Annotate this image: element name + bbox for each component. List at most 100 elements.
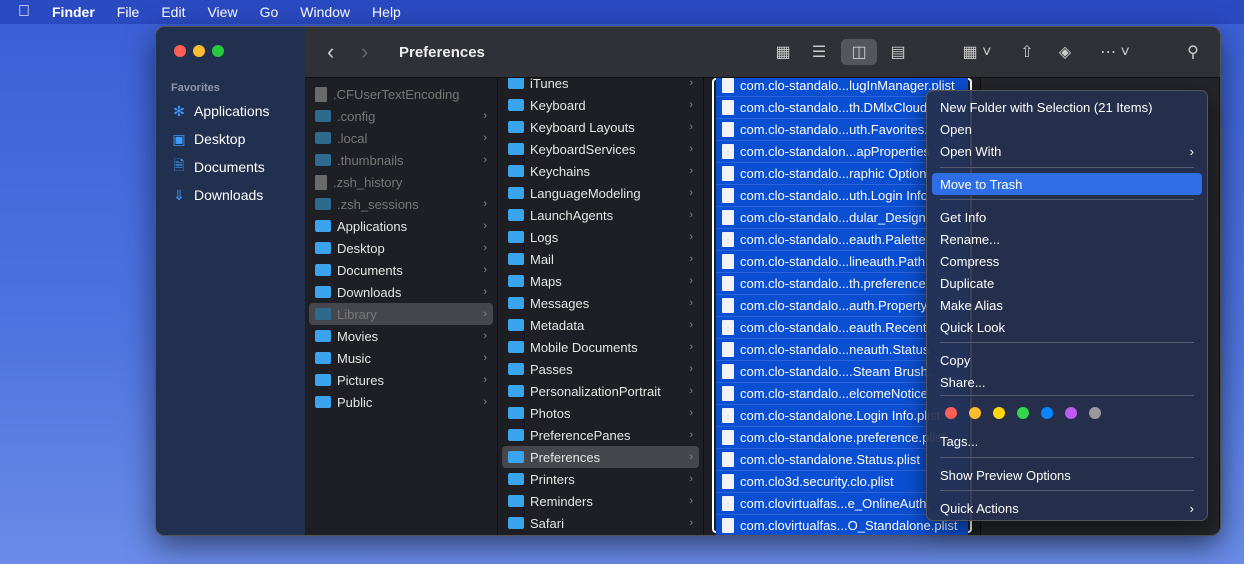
tag-color-dot[interactable] xyxy=(969,407,981,419)
menu-edit[interactable]: Edit xyxy=(161,4,185,20)
list-item[interactable]: Messages › xyxy=(502,292,699,314)
list-item[interactable]: Preferences › xyxy=(502,446,699,468)
list-item[interactable]: Reminders › xyxy=(502,490,699,512)
chevron-right-icon: › xyxy=(483,220,487,232)
menu-item[interactable]: Rename... xyxy=(932,228,1202,250)
menu-item[interactable]: Quick Look xyxy=(932,316,1202,338)
list-item[interactable]: .config › xyxy=(309,105,493,127)
menu-item[interactable]: Tags... xyxy=(932,430,1202,452)
list-item[interactable]: Logs › xyxy=(502,226,699,248)
minimize-button[interactable] xyxy=(193,45,205,57)
folder-icon xyxy=(508,187,524,199)
menu-window[interactable]: Window xyxy=(300,4,350,20)
list-item[interactable]: .zsh_history xyxy=(309,171,493,193)
chevron-right-icon: › xyxy=(483,132,487,144)
sidebar-item-desktop[interactable]: ▣ Desktop xyxy=(171,127,245,151)
list-item[interactable]: Maps › xyxy=(502,270,699,292)
menu-item[interactable]: Show Preview Options xyxy=(932,464,1202,486)
menu-item[interactable]: Compress xyxy=(932,250,1202,272)
menu-item[interactable]: Duplicate xyxy=(932,272,1202,294)
list-item[interactable]: Keyboard › xyxy=(502,94,699,116)
list-item[interactable]: Applications › xyxy=(309,215,493,237)
list-item[interactable]: Desktop › xyxy=(309,237,493,259)
file-icon xyxy=(722,144,734,159)
file-icon xyxy=(722,364,734,379)
search-icon[interactable]: ⚲ xyxy=(1181,39,1205,65)
item-label: LanguageModeling xyxy=(530,185,641,201)
menu-help[interactable]: Help xyxy=(372,4,401,20)
list-item[interactable]: LanguageModeling › xyxy=(502,182,699,204)
forward-button[interactable]: › xyxy=(361,39,385,65)
zoom-button[interactable] xyxy=(212,45,224,57)
menu-item[interactable]: Open With › xyxy=(932,140,1202,162)
menu-item[interactable]: New Folder with Selection (21 Items) xyxy=(932,96,1202,118)
icon-view-button[interactable]: ▦ xyxy=(771,39,795,65)
list-view-button[interactable]: ☰ xyxy=(807,39,831,65)
menu-item[interactable]: Quick Actions › xyxy=(932,497,1202,519)
list-item[interactable]: .CFUserTextEncoding xyxy=(309,83,493,105)
item-label: Library xyxy=(337,306,377,322)
list-item[interactable]: Library › xyxy=(309,303,493,325)
menu-file[interactable]: File xyxy=(117,4,140,20)
menu-item[interactable]: Move to Trash xyxy=(932,173,1202,195)
tag-color-dot[interactable] xyxy=(1089,407,1101,419)
menu-item[interactable]: Share... xyxy=(932,371,1202,393)
list-item[interactable]: Metadata › xyxy=(502,314,699,336)
list-item[interactable]: Keychains › xyxy=(502,160,699,182)
back-button[interactable]: ‹ xyxy=(327,39,351,65)
list-item[interactable]: Downloads › xyxy=(309,281,493,303)
menu-go[interactable]: Go xyxy=(260,4,279,20)
list-item[interactable]: .zsh_sessions › xyxy=(309,193,493,215)
apple-icon[interactable]:  xyxy=(18,3,30,21)
list-item[interactable]: Printers › xyxy=(502,468,699,490)
column-view-button[interactable]: ◫ xyxy=(841,39,877,65)
list-item[interactable]: Public › xyxy=(309,391,493,413)
tag-color-dot[interactable] xyxy=(1065,407,1077,419)
chevron-right-icon: › xyxy=(689,143,693,155)
list-item[interactable]: Mobile Documents › xyxy=(502,336,699,358)
sidebar-item-documents[interactable]: 🗎 Documents xyxy=(171,155,264,179)
list-item[interactable]: Pictures › xyxy=(309,369,493,391)
sidebar-item-applications[interactable]: ✻ Applications xyxy=(171,99,269,123)
list-item[interactable]: iTunes › xyxy=(502,78,699,94)
menu-finder[interactable]: Finder xyxy=(52,4,95,20)
list-item[interactable]: Movies › xyxy=(309,325,493,347)
chevron-right-icon: › xyxy=(689,231,693,243)
group-by-button[interactable]: ▦ ˅ xyxy=(957,39,997,65)
menu-item[interactable]: Make Alias xyxy=(932,294,1202,316)
gallery-view-button[interactable]: ▤ xyxy=(885,39,911,65)
list-item[interactable]: Mail › xyxy=(502,248,699,270)
menu-item-label: Tags... xyxy=(940,433,979,449)
list-item[interactable]: Music › xyxy=(309,347,493,369)
menu-view[interactable]: View xyxy=(207,4,237,20)
file-icon xyxy=(722,276,734,291)
menu-item[interactable]: Open xyxy=(932,118,1202,140)
close-button[interactable] xyxy=(174,45,186,57)
item-label: Maps xyxy=(530,273,562,289)
list-item[interactable]: .local › xyxy=(309,127,493,149)
list-item[interactable]: Documents › xyxy=(309,259,493,281)
tag-icon[interactable]: ◈ xyxy=(1053,39,1077,65)
list-item[interactable]: Passes › xyxy=(502,358,699,380)
tag-color-dot[interactable] xyxy=(993,407,1005,419)
list-item[interactable]: Keyboard Layouts › xyxy=(502,116,699,138)
menu-item[interactable]: Get Info xyxy=(932,206,1202,228)
more-actions-button[interactable]: ⋯ ˅ xyxy=(1095,39,1135,65)
tag-color-dot[interactable] xyxy=(1041,407,1053,419)
item-label: com.clovirtualfas...O_Standalone.plist xyxy=(740,518,958,533)
folder-icon xyxy=(508,209,524,221)
list-item[interactable]: .thumbnails › xyxy=(309,149,493,171)
menu-item-label: Compress xyxy=(940,253,1000,269)
list-item[interactable]: KeyboardServices › xyxy=(502,138,699,160)
list-item[interactable]: PreferencePanes › xyxy=(502,424,699,446)
list-item[interactable]: LaunchAgents › xyxy=(502,204,699,226)
list-item[interactable]: Safari › xyxy=(502,512,699,534)
sidebar-item-downloads[interactable]: ⇓ Downloads xyxy=(171,183,263,207)
tag-color-dot[interactable] xyxy=(1017,407,1029,419)
menu-item[interactable]: Copy xyxy=(932,349,1202,371)
tag-color-dot[interactable] xyxy=(945,407,957,419)
chevron-right-icon: › xyxy=(483,264,487,276)
share-icon[interactable]: ⇧ xyxy=(1015,39,1039,65)
list-item[interactable]: PersonalizationPortrait › xyxy=(502,380,699,402)
list-item[interactable]: Photos › xyxy=(502,402,699,424)
